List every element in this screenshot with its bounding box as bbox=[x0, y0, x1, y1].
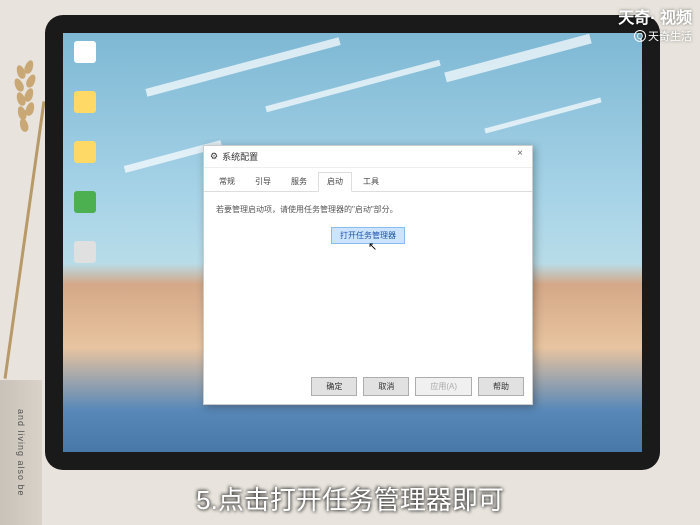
dialog-hint-text: 若要管理启动项，请使用任务管理器的"启动"部分。 bbox=[216, 204, 520, 215]
watermark-sub-text: 天奇生活 bbox=[648, 28, 692, 44]
dialog-title: 系统配置 bbox=[222, 150, 258, 163]
tab-general[interactable]: 常规 bbox=[210, 172, 244, 191]
watermark-sub: Q 天奇生活 bbox=[634, 28, 692, 44]
laptop-frame: ⚙ 系统配置 × 常规 引导 服务 启动 工具 若要管理启动项，请使用任务管理器… bbox=[45, 15, 660, 470]
cursor-icon: ↖ bbox=[368, 240, 377, 253]
dialog-button-row: 确定 取消 应用(A) 帮助 bbox=[311, 377, 524, 396]
sky-decoration bbox=[145, 37, 340, 96]
video-watermark: 天奇· 视频 Q 天奇生活 bbox=[618, 4, 692, 44]
ok-button[interactable]: 确定 bbox=[311, 377, 357, 396]
sky-decoration bbox=[444, 34, 591, 82]
cancel-button[interactable]: 取消 bbox=[363, 377, 409, 396]
watermark-main: 天奇· 视频 bbox=[618, 4, 692, 28]
watermark-logo-icon: Q bbox=[634, 30, 646, 42]
app-icon bbox=[74, 241, 96, 263]
open-task-manager-link[interactable]: 打开任务管理器 ↖ bbox=[331, 227, 405, 244]
system-config-dialog: ⚙ 系统配置 × 常规 引导 服务 启动 工具 若要管理启动项，请使用任务管理器… bbox=[203, 145, 533, 405]
dialog-tabs: 常规 引导 服务 启动 工具 bbox=[204, 168, 532, 192]
desktop-icon[interactable] bbox=[71, 141, 99, 173]
folder-icon bbox=[74, 91, 96, 113]
desktop-icon[interactable] bbox=[71, 191, 99, 223]
help-button[interactable]: 帮助 bbox=[478, 377, 524, 396]
apply-button[interactable]: 应用(A) bbox=[415, 377, 472, 396]
link-label: 打开任务管理器 bbox=[340, 231, 396, 240]
wheat-decoration bbox=[5, 60, 45, 380]
desktop-icon[interactable] bbox=[71, 241, 99, 273]
close-icon[interactable]: × bbox=[512, 148, 528, 162]
desktop-icon[interactable] bbox=[71, 41, 99, 73]
desktop-icons-column bbox=[71, 41, 99, 273]
sky-decoration bbox=[265, 60, 440, 112]
tab-tools[interactable]: 工具 bbox=[354, 172, 388, 191]
dialog-body: 若要管理启动项，请使用任务管理器的"启动"部分。 打开任务管理器 ↖ bbox=[204, 192, 532, 256]
tab-services[interactable]: 服务 bbox=[282, 172, 316, 191]
desktop-icon[interactable] bbox=[71, 91, 99, 123]
tab-startup[interactable]: 启动 bbox=[318, 172, 352, 192]
sky-decoration bbox=[484, 98, 601, 134]
wechat-icon bbox=[74, 191, 96, 213]
tab-boot[interactable]: 引导 bbox=[246, 172, 280, 191]
desktop-screen: ⚙ 系统配置 × 常规 引导 服务 启动 工具 若要管理启动项，请使用任务管理器… bbox=[63, 33, 642, 452]
video-subtitle: 5.点击打开任务管理器即可 bbox=[0, 480, 700, 517]
file-icon bbox=[74, 41, 96, 63]
dialog-titlebar[interactable]: ⚙ 系统配置 × bbox=[204, 146, 532, 168]
folder-icon bbox=[74, 141, 96, 163]
settings-icon: ⚙ bbox=[210, 151, 218, 162]
